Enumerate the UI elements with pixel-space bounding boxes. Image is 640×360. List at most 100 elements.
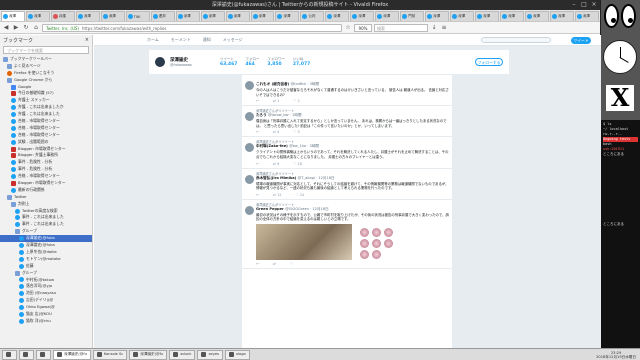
tweet[interactable]: 深澤論史さんがリツイート たろう @tarow_bw · 1時間 僕自身は「刑事弁護… — [242, 106, 452, 138]
bookmark-item[interactable]: よく見るページ — [0, 63, 92, 70]
tweet-author[interactable]: 赤木智弘(Jiro Mimika) @T_akagi · 12月18日 — [256, 176, 449, 181]
taskbar-button[interactable]: xclock — [169, 349, 196, 360]
taskbar-button[interactable] — [2, 349, 17, 360]
bookmark-item[interactable]: 佐藤 — [0, 263, 92, 270]
bookmark-item[interactable]: モトケン(@motoke — [0, 256, 92, 263]
browser-tab[interactable]: 深澤 — [75, 11, 100, 21]
close-sidebar-icon[interactable]: × — [85, 37, 89, 43]
bookmark-item[interactable]: 今日の基礎知識 (57) — [0, 90, 92, 97]
taskbar-button[interactable]: xlogo — [224, 349, 250, 360]
back-icon[interactable]: ◀ — [2, 24, 10, 32]
stat-likes[interactable]: いいね 27,077 — [293, 57, 310, 67]
taskbar-button[interactable]: Konsole Sc — [92, 349, 128, 360]
reply-icon[interactable]: ↩ — [256, 130, 259, 134]
stat-following[interactable]: フォロー 464 — [245, 57, 259, 67]
sidebar-title[interactable]: ブックマーク — [3, 37, 33, 44]
bookmark-item[interactable]: ブックマークツールバー — [0, 56, 92, 63]
retweet-icon[interactable]: ⇄ 4 — [273, 130, 279, 134]
bookmark-item[interactable]: Google Chrome から — [0, 77, 92, 84]
bookmark-item[interactable]: Google — [0, 84, 92, 91]
menu-icon[interactable]: ≡ — [440, 24, 448, 32]
bookmark-item[interactable]: 合格 - 市場取得センター — [0, 132, 92, 139]
bookmark-item[interactable]: 落合洋司(@yjo — [0, 283, 92, 290]
nav-moments[interactable]: モーメント — [171, 37, 191, 43]
bookmark-item[interactable]: 事件 - これは出来ました — [0, 214, 92, 221]
bookmark-item[interactable]: 事件 - 危険性 - 分析 — [0, 159, 92, 166]
tweet-avatar[interactable] — [245, 81, 254, 90]
media-photo[interactable] — [256, 223, 352, 260]
browser-tab[interactable]: 深澤 — [25, 11, 50, 21]
bookmark-item[interactable]: グループ — [0, 228, 92, 235]
xeyes-window[interactable] — [603, 4, 637, 30]
retweet-icon[interactable]: ⇄ 9 — [273, 162, 279, 166]
bookmark-item[interactable]: 池田 (@naoyasu — [0, 290, 92, 297]
tweet-avatar[interactable] — [245, 112, 254, 122]
reply-icon[interactable]: ↩ — [256, 193, 259, 197]
taskbar-button[interactable]: 深澤論史(@fu — [129, 349, 168, 360]
bookmark-item[interactable]: 深澤論史(@fuka — [0, 242, 92, 249]
bookmark-item[interactable]: Blogger: 市場取得センター — [0, 146, 92, 153]
browser-tab[interactable]: 門前 — [400, 11, 425, 21]
bookmark-item[interactable]: グループ — [0, 270, 92, 277]
bookmark-item[interactable]: 合格 - 市場取得センター — [0, 118, 92, 125]
browser-tab[interactable]: 深澤 — [325, 11, 350, 21]
bookmark-item[interactable]: 弁護 - これは出来ました — [0, 111, 92, 118]
browser-tab[interactable]: 深澤 — [425, 11, 450, 21]
site-identity[interactable]: Twitter, Inc. (US) — [46, 25, 79, 31]
taskbar-clock[interactable]: 23:29 2018年12月19日水曜日 — [596, 351, 636, 359]
tweet[interactable]: 深澤論史さんがリツイート 赤木智弘(Jiro Mimika) @T_akagi ·… — [242, 169, 452, 200]
window-titlebar[interactable]: 深澤諭史(@fukazawas)さん | Twitterからの新規投稿サイト -… — [0, 0, 600, 10]
bookmark-item[interactable]: Twitter — [0, 194, 92, 201]
close-icon[interactable]: × — [590, 1, 598, 9]
maximize-icon[interactable]: □ — [580, 1, 588, 9]
bookmark-item[interactable]: 上原冬也(@daike — [0, 249, 92, 256]
tweet[interactable]: 深澤論史さんがリツイート Green Pepper @GiGGGreen · 12… — [242, 200, 452, 269]
reply-icon[interactable]: ↩ — [256, 162, 259, 166]
bookmark-item[interactable]: 猫友 広(@KOU — [0, 311, 92, 318]
bookmark-item[interactable]: Blogger: 弁護士事務所 — [0, 152, 92, 159]
minimize-icon[interactable]: – — [570, 1, 578, 9]
like-icon[interactable]: ♡ — [290, 262, 293, 266]
nav-notifications[interactable]: 通知 — [203, 37, 211, 43]
home-icon[interactable]: ⌂ — [32, 24, 40, 32]
url-bar[interactable]: Twitter, Inc. (US) https://twitter.com/f… — [42, 23, 342, 32]
browser-tab[interactable]: 深澤 — [450, 11, 475, 21]
downloads-icon[interactable]: ↓ — [430, 24, 438, 32]
tweet-author[interactable]: 中村琳(Zako-fee) @bw_1ko · 3時間 — [256, 144, 449, 149]
like-icon[interactable]: ♡ 24 — [295, 193, 304, 197]
bookmark-item[interactable]: 合格 - 市場取得センター — [0, 125, 92, 132]
profile-avatar[interactable] — [154, 56, 166, 68]
browser-tab[interactable]: 深澤 — [549, 11, 574, 21]
browser-tab[interactable]: 弁護 — [50, 11, 75, 21]
nav-messages[interactable]: メッセージ — [223, 37, 243, 43]
retweet-icon[interactable]: ⇄ — [273, 262, 276, 266]
browser-tab[interactable]: 深澤 — [500, 11, 525, 21]
browser-tab[interactable]: 深澤 — [475, 11, 500, 21]
retweet-icon[interactable]: ⇄ 1 — [273, 99, 279, 103]
like-icon[interactable]: ♡ 2 — [293, 99, 299, 103]
bookmark-item[interactable]: 事件 - これは出来ました — [0, 221, 92, 228]
browser-tab[interactable]: 深澤 — [100, 11, 125, 21]
browser-tab[interactable]: 深澤 — [275, 11, 300, 21]
media-photo[interactable] — [353, 223, 449, 260]
bookmark-item[interactable]: 吉田(デイリ)(@ — [0, 297, 92, 304]
browser-tab[interactable]: 深澤 — [225, 11, 250, 21]
retweet-icon[interactable]: ⇄ 12 — [273, 193, 282, 197]
browser-tab[interactable]: 公判 — [300, 11, 325, 21]
bookmark-search-input[interactable]: ブックマークを検索 — [3, 46, 89, 54]
browser-tab[interactable]: 深澤 — [350, 11, 375, 21]
taskbar-button[interactable]: 深澤論史(@fu — [53, 349, 91, 360]
browser-tab[interactable]: 深澤 — [175, 11, 200, 21]
bookmark-item[interactable]: 合格 - 市場取得センター — [0, 173, 92, 180]
bookmark-star-icon[interactable]: ☆ — [344, 24, 352, 32]
terminal-window[interactable]: $ ls ~/ localhost rw-r--r-- Ongoing tests ba… — [601, 120, 640, 348]
tweet-avatar[interactable] — [245, 174, 254, 184]
reply-icon[interactable]: ↩ — [256, 99, 259, 103]
browser-tab[interactable]: 深澤 — [574, 11, 599, 21]
browser-tab[interactable]: 連邦 — [150, 11, 175, 21]
taskbar-button[interactable] — [36, 349, 51, 360]
bookmark-item[interactable]: 深澤諭史(@fuka — [0, 235, 92, 243]
bookmark-item[interactable]: 最新の行政関係 — [0, 187, 92, 194]
bookmark-item[interactable]: Ohko Egawa(@ — [0, 304, 92, 311]
taskbar-button[interactable] — [19, 349, 34, 360]
